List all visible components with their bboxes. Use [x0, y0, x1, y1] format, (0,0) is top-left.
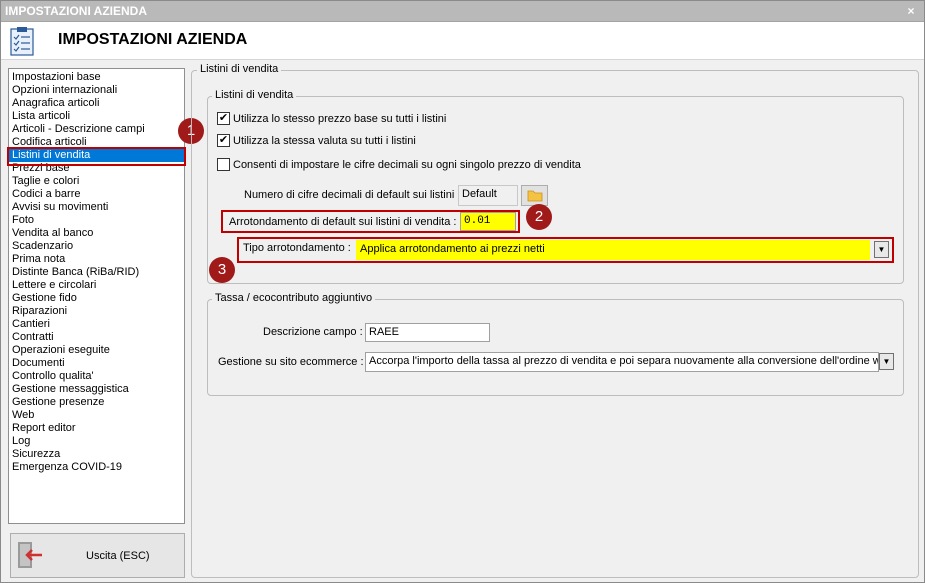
- decimals-checkbox[interactable]: [217, 157, 230, 171]
- callout-badge-2: 2: [526, 204, 552, 230]
- sidebar-item[interactable]: Taglie e colori: [9, 175, 184, 188]
- sidebar-item[interactable]: Impostazioni base: [9, 71, 184, 84]
- page-title: IMPOSTAZIONI AZIENDA: [58, 31, 248, 48]
- sidebar-item[interactable]: Opzioni internazionali: [9, 84, 184, 97]
- sidebar-item[interactable]: Scadenzario: [9, 240, 184, 253]
- sidebar-item[interactable]: Gestione fido: [9, 292, 184, 305]
- tax-group: [207, 299, 904, 396]
- price-lists-legend: Listini di vendita: [212, 89, 297, 101]
- exit-button[interactable]: Uscita (ESC): [10, 533, 185, 578]
- ecommerce-select[interactable]: Accorpa l'importo della tassa al prezzo …: [365, 352, 879, 372]
- sidebar-item[interactable]: Distinte Banca (RiBa/RID): [9, 266, 184, 279]
- close-icon[interactable]: ×: [904, 1, 918, 22]
- outer-legend: Listini di vendita: [197, 63, 282, 75]
- sidebar-item[interactable]: Riparazioni: [9, 305, 184, 318]
- sidebar-item[interactable]: Emergenza COVID-19: [9, 461, 184, 474]
- folder-button[interactable]: [521, 185, 548, 206]
- sidebar-item[interactable]: Controllo qualita': [9, 370, 184, 383]
- header-bar: IMPOSTAZIONI AZIENDA: [1, 22, 924, 60]
- title-bar: IMPOSTAZIONI AZIENDA ×: [1, 1, 924, 22]
- same-currency-checkbox-row[interactable]: ✔ Utilizza la stessa valuta su tutti i li…: [217, 133, 416, 148]
- decimals-label: Numero di cifre decimali di default sui …: [244, 189, 461, 201]
- rounding-type-label: Tipo arrotondamento :: [243, 242, 351, 254]
- sidebar-item[interactable]: Gestione messaggistica: [9, 383, 184, 396]
- rounding-field[interactable]: 0.01: [460, 212, 516, 231]
- same-currency-label: Utilizza la stessa valuta su tutti i lis…: [233, 135, 416, 147]
- sidebar-item[interactable]: Codici a barre: [9, 188, 184, 201]
- same-price-checkbox[interactable]: ✔: [217, 111, 230, 125]
- checklist-icon: [10, 27, 34, 56]
- sidebar-item[interactable]: Codifica articoli: [9, 136, 184, 149]
- sidebar-item[interactable]: Sicurezza: [9, 448, 184, 461]
- callout-badge-3: 3: [209, 257, 235, 283]
- sidebar-item[interactable]: Web: [9, 409, 184, 422]
- sidebar-item[interactable]: Avvisi su movimenti: [9, 201, 184, 214]
- settings-window: IMPOSTAZIONI AZIENDA × IMPOSTAZIONI AZIE…: [0, 0, 925, 583]
- sidebar-item[interactable]: Listini di vendita: [9, 149, 184, 162]
- same-price-label: Utilizza lo stesso prezzo base su tutti …: [233, 113, 447, 125]
- sidebar-item[interactable]: Lista articoli: [9, 110, 184, 123]
- field-desc-label: Descrizione campo :: [263, 326, 363, 338]
- rounding-label: Arrotondamento di default sui listini di…: [229, 216, 457, 228]
- decimals-checkbox-row[interactable]: Consenti di impostare le cifre decimali …: [217, 157, 581, 172]
- sidebar-item[interactable]: Cantieri: [9, 318, 184, 331]
- sidebar-item[interactable]: Articoli - Descrizione campi: [9, 123, 184, 136]
- sidebar-item[interactable]: Log: [9, 435, 184, 448]
- exit-door-icon: [18, 542, 42, 568]
- tax-legend: Tassa / ecocontributo aggiuntivo: [212, 292, 376, 304]
- sidebar-item[interactable]: Contratti: [9, 331, 184, 344]
- sidebar-item[interactable]: Prezzi base: [9, 162, 184, 175]
- exit-button-label: Uscita (ESC): [86, 550, 150, 562]
- sidebar-item[interactable]: Lettere e circolari: [9, 279, 184, 292]
- sidebar-item[interactable]: Vendita al banco: [9, 227, 184, 240]
- chevron-down-icon[interactable]: ▼: [874, 241, 889, 258]
- same-price-checkbox-row[interactable]: ✔ Utilizza lo stesso prezzo base su tutti…: [217, 111, 447, 126]
- sidebar-item[interactable]: Operazioni eseguite: [9, 344, 184, 357]
- sidebar-list[interactable]: Impostazioni base Opzioni internazionali A…: [8, 68, 185, 524]
- sidebar-item[interactable]: Foto: [9, 214, 184, 227]
- sidebar-item[interactable]: Prima nota: [9, 253, 184, 266]
- decimals-checkbox-label: Consenti di impostare le cifre decimali …: [233, 159, 581, 171]
- sidebar-item[interactable]: Gestione presenze: [9, 396, 184, 409]
- window-title: IMPOSTAZIONI AZIENDA: [5, 4, 147, 18]
- field-desc-input[interactable]: RAEE: [365, 323, 490, 342]
- same-currency-checkbox[interactable]: ✔: [217, 133, 230, 147]
- chevron-down-icon[interactable]: ▼: [879, 353, 894, 370]
- sidebar-item[interactable]: Report editor: [9, 422, 184, 435]
- rounding-type-select[interactable]: Applica arrotondamento ai prezzi netti: [356, 240, 870, 260]
- sidebar-item[interactable]: Documenti: [9, 357, 184, 370]
- ecommerce-label: Gestione su sito ecommerce :: [218, 356, 364, 368]
- folder-icon: [527, 190, 543, 202]
- sidebar-item[interactable]: Anagrafica articoli: [9, 97, 184, 110]
- decimals-field[interactable]: Default: [458, 185, 518, 206]
